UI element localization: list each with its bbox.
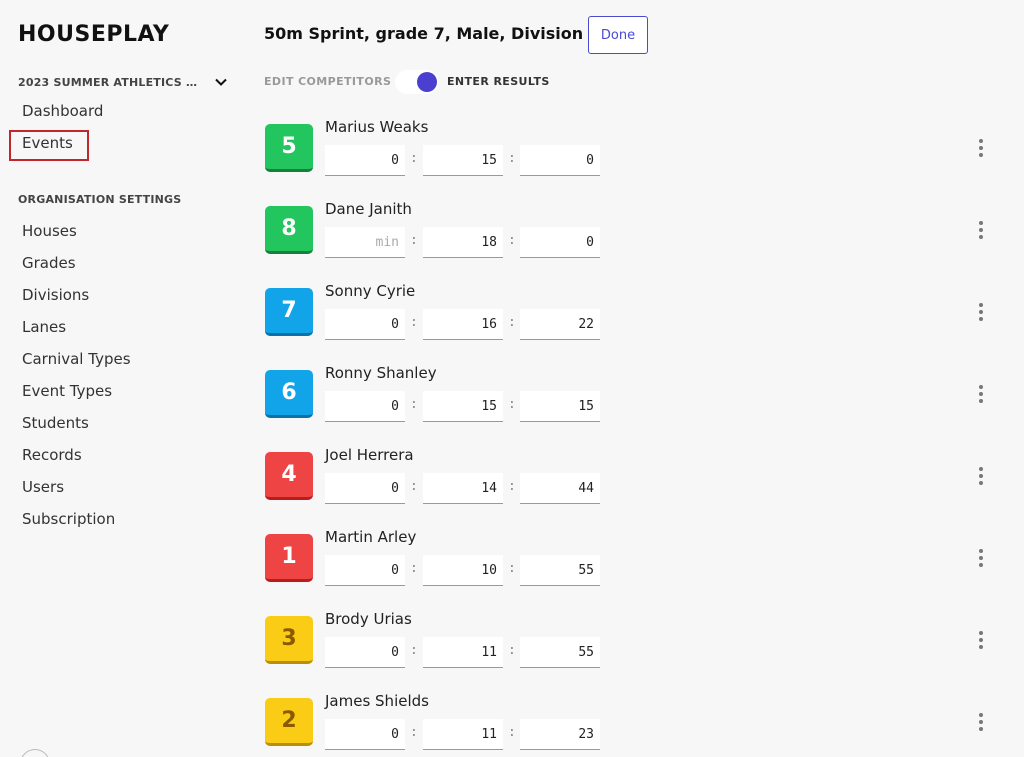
time-separator: : [410, 643, 418, 658]
lane-badge: 4 [265, 452, 313, 500]
time-separator: : [508, 725, 516, 740]
time-hundredths-input[interactable] [520, 309, 600, 340]
time-hundredths-input[interactable] [520, 391, 600, 422]
competitor-name: Marius Weaks [325, 118, 429, 136]
time-hundredths-input[interactable] [520, 637, 600, 668]
more-options-icon[interactable] [973, 547, 989, 569]
time-seconds-input[interactable] [423, 391, 503, 422]
competitor-row: 6 Ronny Shanley:: [264, 364, 1004, 424]
lane-badge: 6 [265, 370, 313, 418]
sidebar-item-divisions[interactable]: Divisions [22, 286, 89, 304]
lane-badge: 2 [265, 698, 313, 746]
lane-badge: 5 [265, 124, 313, 172]
time-separator: : [410, 315, 418, 330]
competitor-name: Sonny Cyrie [325, 282, 416, 300]
org-settings-heading: ORGANISATION SETTINGS [18, 193, 182, 206]
more-options-icon[interactable] [973, 629, 989, 651]
chevron-down-icon [214, 75, 228, 89]
time-minutes-input[interactable] [325, 555, 405, 586]
edit-competitors-label: EDIT COMPETITORS [264, 75, 392, 88]
time-hundredths-input[interactable] [520, 227, 600, 258]
sidebar: HOUSEPLAY 2023 SUMMER ATHLETICS CARNIVAL… [0, 0, 240, 757]
sidebar-item-carnival-types[interactable]: Carnival Types [22, 350, 131, 368]
time-minutes-input[interactable] [325, 473, 405, 504]
time-hundredths-input[interactable] [520, 473, 600, 504]
time-separator: : [508, 315, 516, 330]
competitor-row: 7 Sonny Cyrie:: [264, 282, 1004, 342]
time-separator: : [410, 725, 418, 740]
competitor-row: 8 Dane Janith:: [264, 200, 1004, 260]
time-seconds-input[interactable] [423, 227, 503, 258]
time-separator: : [410, 151, 418, 166]
more-options-icon[interactable] [973, 711, 989, 733]
toggle-knob [417, 72, 437, 92]
sidebar-item-event-types[interactable]: Event Types [22, 382, 112, 400]
competitor-row: 4 Joel Herrera:: [264, 446, 1004, 506]
lane-badge: 3 [265, 616, 313, 664]
carnival-selector[interactable]: 2023 SUMMER ATHLETICS CARNIVAL [18, 74, 228, 90]
user-avatar[interactable] [20, 749, 50, 757]
time-hundredths-input[interactable] [520, 719, 600, 750]
sidebar-item-users[interactable]: Users [22, 478, 64, 496]
time-separator: : [410, 479, 418, 494]
time-separator: : [508, 561, 516, 576]
time-minutes-input[interactable] [325, 637, 405, 668]
lane-badge: 8 [265, 206, 313, 254]
more-options-icon[interactable] [973, 383, 989, 405]
competitor-row: 3 Brody Urias:: [264, 610, 1004, 670]
competitor-name: Dane Janith [325, 200, 412, 218]
time-separator: : [508, 151, 516, 166]
brand-logo: HOUSEPLAY [18, 22, 170, 47]
time-seconds-input[interactable] [423, 145, 503, 176]
more-options-icon[interactable] [973, 301, 989, 323]
sidebar-item-lanes[interactable]: Lanes [22, 318, 66, 336]
time-minutes-input[interactable] [325, 391, 405, 422]
time-separator: : [410, 561, 418, 576]
more-options-icon[interactable] [973, 137, 989, 159]
carnival-label: 2023 SUMMER ATHLETICS CARNIVAL [18, 75, 203, 89]
competitor-row: 2 James Shields:: [264, 692, 1004, 752]
sidebar-item-dashboard[interactable]: Dashboard [22, 102, 103, 120]
time-separator: : [410, 397, 418, 412]
time-minutes-input[interactable] [325, 227, 405, 258]
lane-badge: 7 [265, 288, 313, 336]
time-separator: : [508, 643, 516, 658]
time-minutes-input[interactable] [325, 309, 405, 340]
time-seconds-input[interactable] [423, 309, 503, 340]
lane-badge: 1 [265, 534, 313, 582]
time-seconds-input[interactable] [423, 637, 503, 668]
more-options-icon[interactable] [973, 465, 989, 487]
time-minutes-input[interactable] [325, 145, 405, 176]
sidebar-item-subscription[interactable]: Subscription [22, 510, 115, 528]
sidebar-item-grades[interactable]: Grades [22, 254, 76, 272]
competitor-name: Martin Arley [325, 528, 417, 546]
time-separator: : [508, 479, 516, 494]
sidebar-item-records[interactable]: Records [22, 446, 82, 464]
time-hundredths-input[interactable] [520, 555, 600, 586]
enter-results-label: ENTER RESULTS [447, 75, 550, 88]
done-button[interactable]: Done [588, 16, 648, 54]
time-minutes-input[interactable] [325, 719, 405, 750]
time-hundredths-input[interactable] [520, 145, 600, 176]
time-seconds-input[interactable] [423, 719, 503, 750]
time-seconds-input[interactable] [423, 473, 503, 504]
time-separator: : [508, 397, 516, 412]
time-separator: : [508, 233, 516, 248]
sidebar-item-students[interactable]: Students [22, 414, 89, 432]
time-separator: : [410, 233, 418, 248]
competitor-name: Ronny Shanley [325, 364, 437, 382]
competitor-name: Joel Herrera [325, 446, 414, 464]
competitor-name: James Shields [325, 692, 429, 710]
sidebar-item-events[interactable]: Events [22, 134, 73, 152]
sidebar-item-houses[interactable]: Houses [22, 222, 77, 240]
competitor-name: Brody Urias [325, 610, 412, 628]
competitor-row: 1 Martin Arley:: [264, 528, 1004, 588]
time-seconds-input[interactable] [423, 555, 503, 586]
more-options-icon[interactable] [973, 219, 989, 241]
competitor-row: 5 Marius Weaks:: [264, 118, 1004, 178]
page-title: 50m Sprint, grade 7, Male, Division 1 [264, 24, 600, 43]
mode-toggle[interactable] [395, 70, 439, 94]
